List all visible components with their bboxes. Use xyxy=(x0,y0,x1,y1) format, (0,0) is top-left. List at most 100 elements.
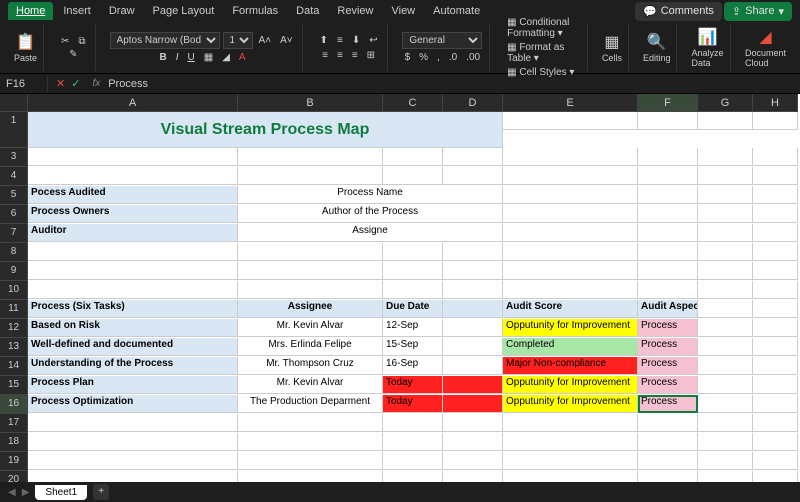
cell[interactable] xyxy=(443,281,503,299)
cell[interactable] xyxy=(503,452,638,470)
assignee-cell[interactable]: Mr. Thompson Cruz xyxy=(238,357,383,375)
col-header[interactable]: E xyxy=(503,94,638,112)
row-header[interactable]: 3 xyxy=(0,148,28,167)
cell[interactable] xyxy=(753,338,798,356)
cell[interactable] xyxy=(698,186,753,204)
spreadsheet-grid[interactable]: A B C D E F G H 1Visual Stream Process M… xyxy=(0,94,800,482)
increase-font-icon[interactable]: A˄ xyxy=(256,34,275,47)
th-score[interactable]: Audit Score xyxy=(503,300,638,318)
assignee-cell[interactable]: Mr. Kevin Alvar xyxy=(238,319,383,337)
tab-draw[interactable]: Draw xyxy=(101,2,143,20)
cell[interactable] xyxy=(638,148,698,166)
format-painter-icon[interactable]: ✎ xyxy=(66,48,80,61)
cell[interactable] xyxy=(238,262,383,280)
cell[interactable] xyxy=(638,243,698,261)
align-middle-icon[interactable]: ≡ xyxy=(334,34,346,47)
cell[interactable] xyxy=(383,148,443,166)
th-assignee[interactable]: Assignee xyxy=(238,300,383,318)
sheet-tab[interactable]: Sheet1 xyxy=(35,485,87,500)
cell[interactable] xyxy=(503,243,638,261)
th-due[interactable]: Due Date xyxy=(383,300,443,318)
col-header[interactable]: F xyxy=(638,94,698,112)
row-header[interactable]: 18 xyxy=(0,433,28,452)
comments-button[interactable]: 💬Comments xyxy=(635,2,722,21)
tab-review[interactable]: Review xyxy=(329,2,381,20)
format-as-table-button[interactable]: ▦ Format as Table ▾ xyxy=(504,41,581,65)
cell[interactable] xyxy=(698,281,753,299)
cell[interactable] xyxy=(28,452,238,470)
cell[interactable] xyxy=(753,471,798,482)
col-header[interactable]: G xyxy=(698,94,753,112)
tab-formulas[interactable]: Formulas xyxy=(224,2,286,20)
meta-value[interactable]: Author of the Process xyxy=(238,205,503,223)
row-header[interactable]: 5 xyxy=(0,186,28,205)
cell[interactable] xyxy=(753,205,798,223)
cell[interactable] xyxy=(753,262,798,280)
due-cell[interactable]: 12-Sep xyxy=(383,319,443,337)
cell[interactable] xyxy=(638,433,698,451)
cell[interactable] xyxy=(503,205,638,223)
cell[interactable] xyxy=(698,112,753,130)
cell[interactable] xyxy=(698,224,753,242)
cell[interactable] xyxy=(28,471,238,482)
cell[interactable] xyxy=(638,452,698,470)
cell[interactable] xyxy=(443,376,503,394)
cell[interactable] xyxy=(383,167,443,185)
decrease-font-icon[interactable]: A˅ xyxy=(277,34,296,47)
cell[interactable] xyxy=(698,300,753,318)
paste-button[interactable]: 📋 Paste xyxy=(14,32,37,63)
cells-button[interactable]: ▦Cells xyxy=(602,32,622,63)
col-header[interactable]: H xyxy=(753,94,798,112)
cell[interactable] xyxy=(753,414,798,432)
cell[interactable] xyxy=(638,112,698,130)
cell[interactable] xyxy=(503,148,638,166)
cell[interactable] xyxy=(698,338,753,356)
cell[interactable] xyxy=(238,148,383,166)
tab-home[interactable]: Home xyxy=(8,2,53,20)
cell[interactable] xyxy=(698,205,753,223)
fill-color-button[interactable]: ◢ xyxy=(219,51,233,64)
cell[interactable] xyxy=(753,357,798,375)
aspect-cell[interactable]: Process xyxy=(638,376,698,394)
row-header[interactable]: 19 xyxy=(0,452,28,471)
assignee-cell[interactable]: Mrs. Erlinda Felipe xyxy=(238,338,383,356)
cell[interactable] xyxy=(503,262,638,280)
col-header[interactable]: C xyxy=(383,94,443,112)
cell[interactable] xyxy=(503,414,638,432)
row-header[interactable]: 9 xyxy=(0,262,28,281)
due-cell[interactable]: Today xyxy=(383,376,443,394)
merge-icon[interactable]: ⊞ xyxy=(364,49,378,62)
italic-button[interactable]: I xyxy=(173,51,182,64)
cell[interactable] xyxy=(503,471,638,482)
assignee-cell[interactable]: The Production Deparment xyxy=(238,395,383,413)
cell[interactable] xyxy=(443,452,503,470)
due-cell[interactable]: Today xyxy=(383,395,443,413)
align-bottom-icon[interactable]: ⬇ xyxy=(349,34,363,47)
cell[interactable] xyxy=(383,452,443,470)
document-cloud-button[interactable]: ◢Document Cloud xyxy=(745,27,786,68)
meta-value[interactable]: Process Name xyxy=(238,186,503,204)
meta-label[interactable]: Auditor xyxy=(28,224,238,242)
cell[interactable] xyxy=(503,433,638,451)
aspect-cell[interactable]: Process xyxy=(638,319,698,337)
th-aspect[interactable]: Audit Aspect xyxy=(638,300,698,318)
title-cell[interactable]: Visual Stream Process Map xyxy=(28,112,503,148)
cell[interactable] xyxy=(638,281,698,299)
row-header[interactable]: 7 xyxy=(0,224,28,243)
cell[interactable] xyxy=(443,414,503,432)
cell[interactable] xyxy=(698,167,753,185)
accept-formula-icon[interactable]: ✓ xyxy=(71,77,80,90)
add-sheet-button[interactable]: + xyxy=(93,484,109,500)
cell[interactable] xyxy=(698,376,753,394)
cell[interactable] xyxy=(238,414,383,432)
aspect-cell[interactable]: Process xyxy=(638,338,698,356)
cell[interactable] xyxy=(443,319,503,337)
tab-page-layout[interactable]: Page Layout xyxy=(145,2,223,20)
bold-button[interactable]: B xyxy=(157,51,170,64)
cell[interactable] xyxy=(698,319,753,337)
cell[interactable] xyxy=(753,167,798,185)
cell[interactable] xyxy=(443,471,503,482)
cell[interactable] xyxy=(753,319,798,337)
cell[interactable] xyxy=(698,262,753,280)
cell[interactable] xyxy=(638,205,698,223)
